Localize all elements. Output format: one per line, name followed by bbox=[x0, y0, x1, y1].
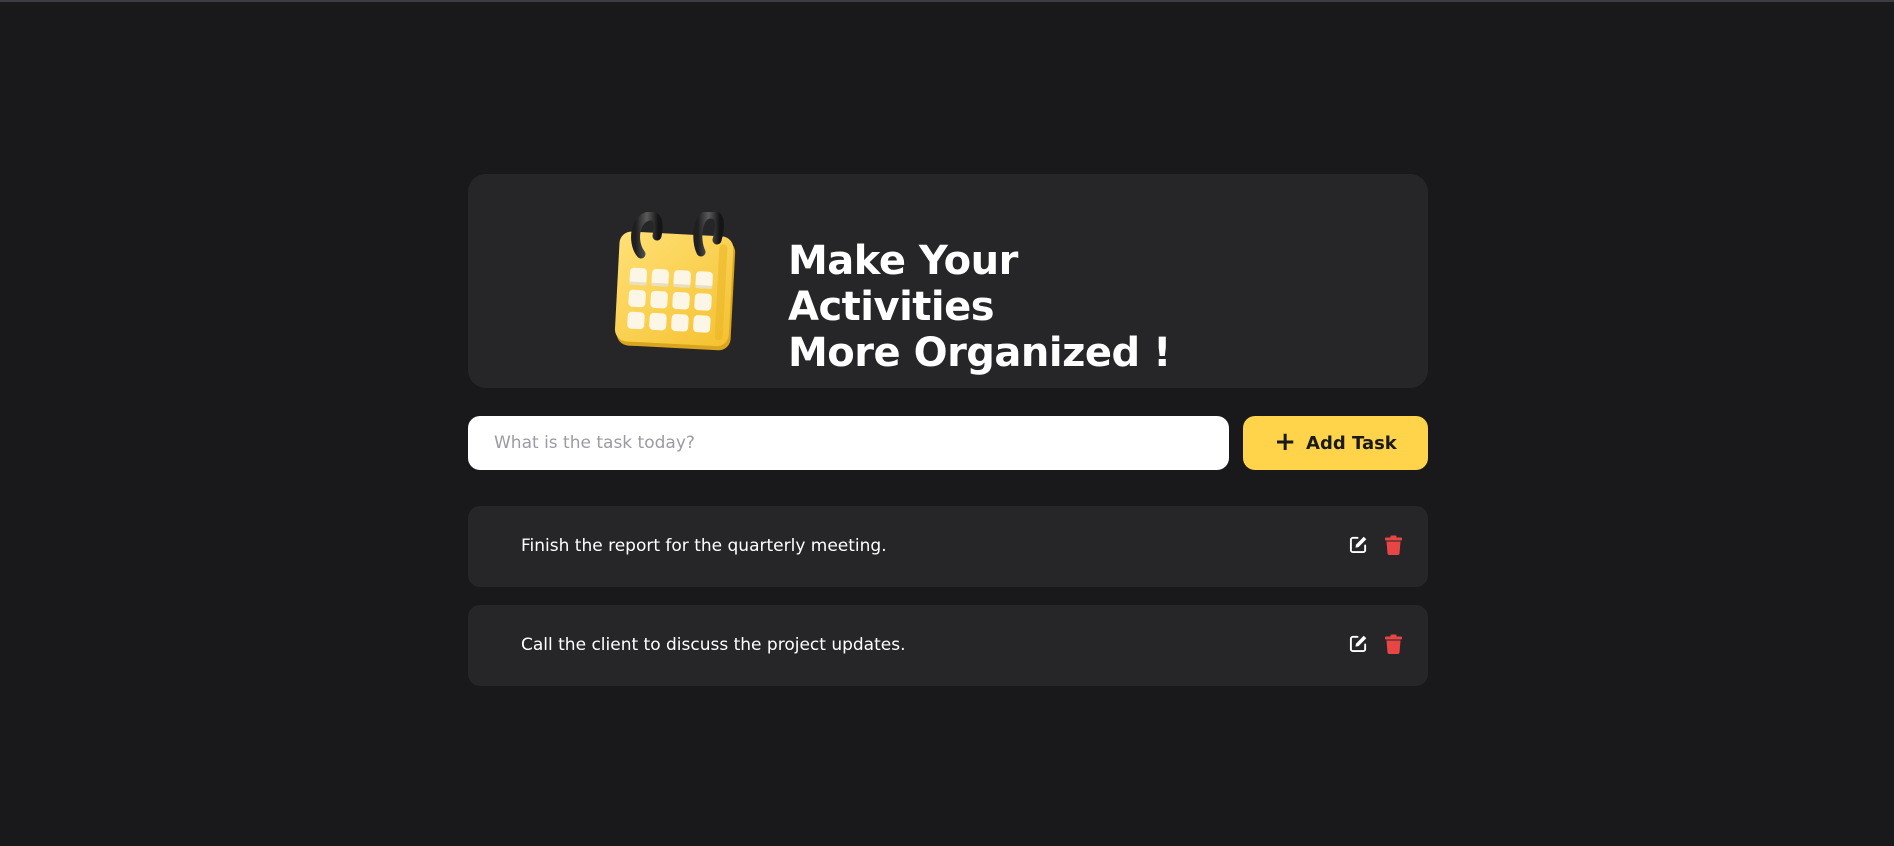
add-task-row: + Add Task bbox=[468, 416, 1428, 470]
edit-icon[interactable] bbox=[1348, 633, 1369, 654]
add-task-button[interactable]: + Add Task bbox=[1243, 416, 1428, 470]
edit-icon[interactable] bbox=[1348, 534, 1369, 555]
trash-icon[interactable] bbox=[1383, 633, 1404, 654]
trash-icon[interactable] bbox=[1383, 534, 1404, 555]
browser-top-border bbox=[0, 0, 1894, 2]
task-input[interactable] bbox=[468, 416, 1229, 470]
list-item: Finish the report for the quarterly meet… bbox=[468, 506, 1428, 587]
task-actions bbox=[1348, 534, 1404, 555]
title-line-2: More Organized ! bbox=[788, 330, 1171, 376]
page-title: Make Your Activities More Organized ! bbox=[788, 238, 1228, 376]
hero-banner: Make Your Activities More Organized ! bbox=[468, 174, 1428, 388]
title-line-1: Make Your Activities bbox=[788, 238, 1018, 330]
list-item: Call the client to discuss the project u… bbox=[468, 605, 1428, 686]
task-list: Finish the report for the quarterly meet… bbox=[468, 506, 1428, 686]
plus-icon: + bbox=[1274, 427, 1297, 457]
calendar-icon bbox=[614, 212, 736, 351]
add-task-label: Add Task bbox=[1306, 432, 1397, 454]
task-actions bbox=[1348, 633, 1404, 654]
task-text: Finish the report for the quarterly meet… bbox=[521, 536, 887, 556]
todo-app: Make Your Activities More Organized ! + … bbox=[468, 174, 1428, 704]
task-text: Call the client to discuss the project u… bbox=[521, 635, 906, 655]
